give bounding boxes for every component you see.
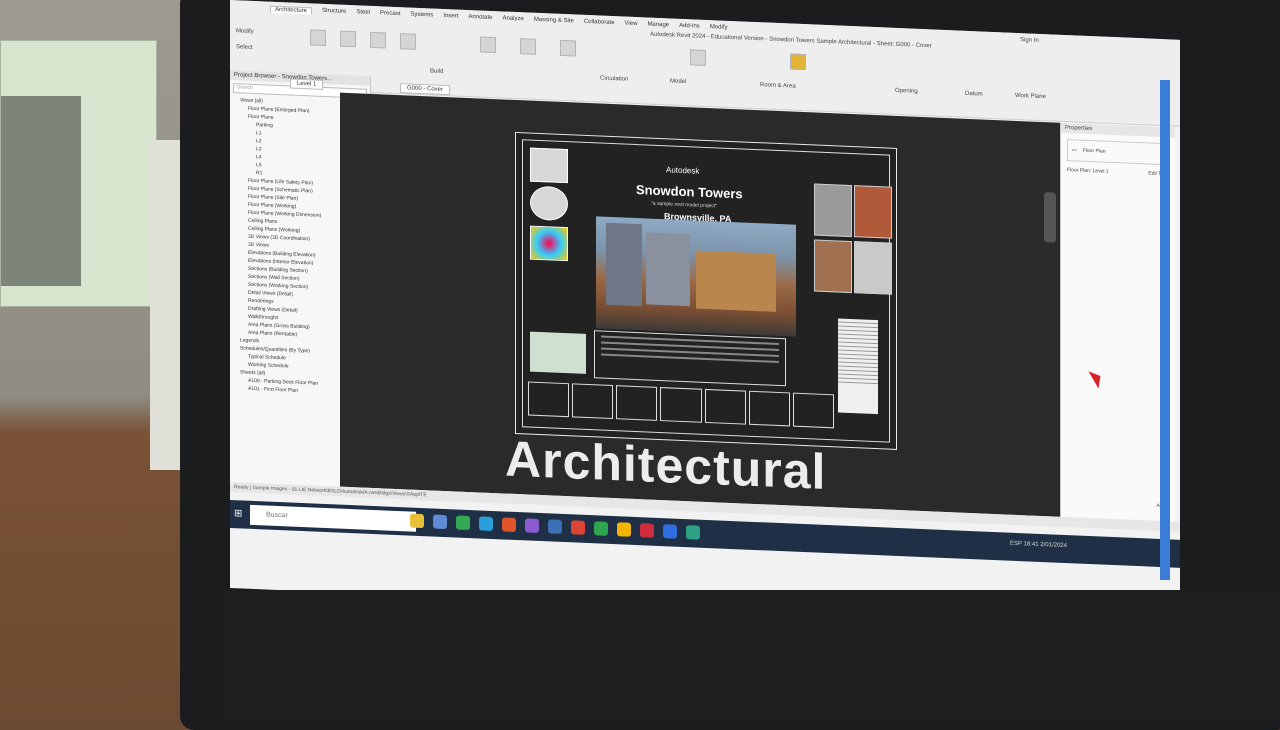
window-title: Autodesk Revit 2024 - Educational Versio… xyxy=(650,31,932,50)
windows-start-icon[interactable]: ⊞ xyxy=(234,508,242,519)
autodesk-logo xyxy=(530,147,568,184)
type-name: Floor Plan xyxy=(1082,147,1106,155)
acrobat-icon[interactable] xyxy=(640,523,654,538)
wall-tool-icon[interactable] xyxy=(310,29,326,47)
tab-precast[interactable]: Precast xyxy=(380,10,400,18)
revit-icon[interactable] xyxy=(548,519,562,534)
reference-photos xyxy=(814,183,892,296)
key-plan xyxy=(530,331,586,374)
reference-photo xyxy=(854,185,892,239)
taskbar-search[interactable]: Buscar xyxy=(250,504,416,532)
clock-time[interactable]: 18:41 xyxy=(1024,541,1039,548)
revit-window: Architecture Structure Steel Precast Systems… xyxy=(230,0,1180,628)
component-tool-icon[interactable] xyxy=(400,33,416,50)
language-indicator[interactable]: ESP xyxy=(1010,541,1022,547)
tab-massing-site[interactable]: Massing & Site xyxy=(534,17,574,26)
building-rendering xyxy=(596,216,796,337)
app-blue-icon[interactable] xyxy=(663,524,677,539)
window-tool-icon[interactable] xyxy=(370,31,386,49)
projector-screen xyxy=(0,40,157,307)
tab-level-1[interactable]: Level 1 xyxy=(290,78,324,90)
clock-date[interactable]: 2/01/2024 xyxy=(1040,542,1067,549)
sheet-index xyxy=(838,318,878,415)
instance-selector[interactable]: Floor Plan: Level 1 xyxy=(1067,167,1109,175)
ceiling-tool-icon[interactable] xyxy=(520,38,536,55)
chrome-3-icon[interactable] xyxy=(617,522,631,537)
group-datum: Datum xyxy=(965,90,983,98)
edge-icon[interactable] xyxy=(479,516,493,532)
visual-studio-icon[interactable] xyxy=(525,518,539,533)
area-tool-icon[interactable] xyxy=(790,53,806,71)
group-build: Build xyxy=(430,68,444,75)
group-circulation: Circulation xyxy=(600,75,629,83)
tab-manage[interactable]: Manage xyxy=(647,21,669,29)
color-wheel-logo xyxy=(530,225,568,262)
type-selector[interactable]: ▭ Floor Plan xyxy=(1067,139,1169,166)
chrome-icon[interactable] xyxy=(456,515,470,531)
calculator-icon[interactable] xyxy=(433,514,447,530)
monitor-bottom-bezel xyxy=(220,590,1280,720)
tab-annotate[interactable]: Annotate xyxy=(468,14,492,22)
reference-photo xyxy=(814,239,852,294)
tab-add-ins[interactable]: Add-Ins xyxy=(679,23,700,31)
group-work-plane: Work Plane xyxy=(1015,92,1046,101)
window-frame-edge xyxy=(1160,80,1170,580)
tab-modify[interactable]: Modify xyxy=(710,24,728,32)
door-tool-icon[interactable] xyxy=(340,30,356,48)
select-group-label[interactable]: Select xyxy=(236,44,253,51)
building-block xyxy=(646,232,690,307)
reference-photo xyxy=(854,241,892,295)
system-tray[interactable]: ESP 18:41 2/01/2024 xyxy=(1010,541,1067,549)
sheet-company: Autodesk xyxy=(666,165,700,176)
projector-image xyxy=(1,96,81,286)
group-opening: Opening xyxy=(895,87,918,95)
file-explorer-icon[interactable] xyxy=(410,513,424,529)
reference-photo xyxy=(814,183,852,238)
tab-analyze[interactable]: Analyze xyxy=(502,15,523,23)
building-block xyxy=(606,222,642,307)
tab-architecture[interactable]: Architecture xyxy=(270,5,313,15)
tab-structure[interactable]: Structure xyxy=(322,8,346,16)
chrome-2-icon[interactable] xyxy=(571,520,585,535)
brave-icon[interactable] xyxy=(502,517,516,532)
overlay-caption: Architectural xyxy=(505,430,827,500)
floor-tool-icon[interactable] xyxy=(560,39,576,57)
tab-steel[interactable]: Steel xyxy=(356,9,370,17)
building-block xyxy=(696,250,776,312)
tab-g000-cover[interactable]: G000 - Cover xyxy=(400,83,451,96)
recorder-icon[interactable] xyxy=(594,521,608,536)
group-room-area: Room & Area xyxy=(760,82,796,90)
navigation-bar[interactable] xyxy=(1044,192,1056,243)
app-green-icon[interactable] xyxy=(686,525,700,540)
model-group-icon[interactable] xyxy=(690,49,706,66)
tab-insert[interactable]: Insert xyxy=(443,13,458,21)
tab-view[interactable]: View xyxy=(625,21,638,29)
properties-panel: Properties ▭ Floor Plan Floor Plan: Leve… xyxy=(1060,122,1175,522)
modify-button[interactable]: Modify xyxy=(236,28,254,35)
group-model: Model xyxy=(670,78,687,86)
floor-plan-icon: ▭ xyxy=(1072,147,1077,154)
tab-systems[interactable]: Systems xyxy=(410,12,433,20)
sign-in-link[interactable]: Sign In xyxy=(1020,37,1039,44)
tab-collaborate[interactable]: Collaborate xyxy=(584,19,615,27)
general-notes xyxy=(594,330,786,387)
drawing-canvas[interactable]: Level 1 G000 - Cover Autodesk Snowdon To… xyxy=(290,78,1060,517)
cover-sheet[interactable]: Autodesk Snowdon Towers "a sample revit … xyxy=(515,131,897,450)
taskbar-apps xyxy=(410,513,700,540)
roof-tool-icon[interactable] xyxy=(480,36,496,54)
